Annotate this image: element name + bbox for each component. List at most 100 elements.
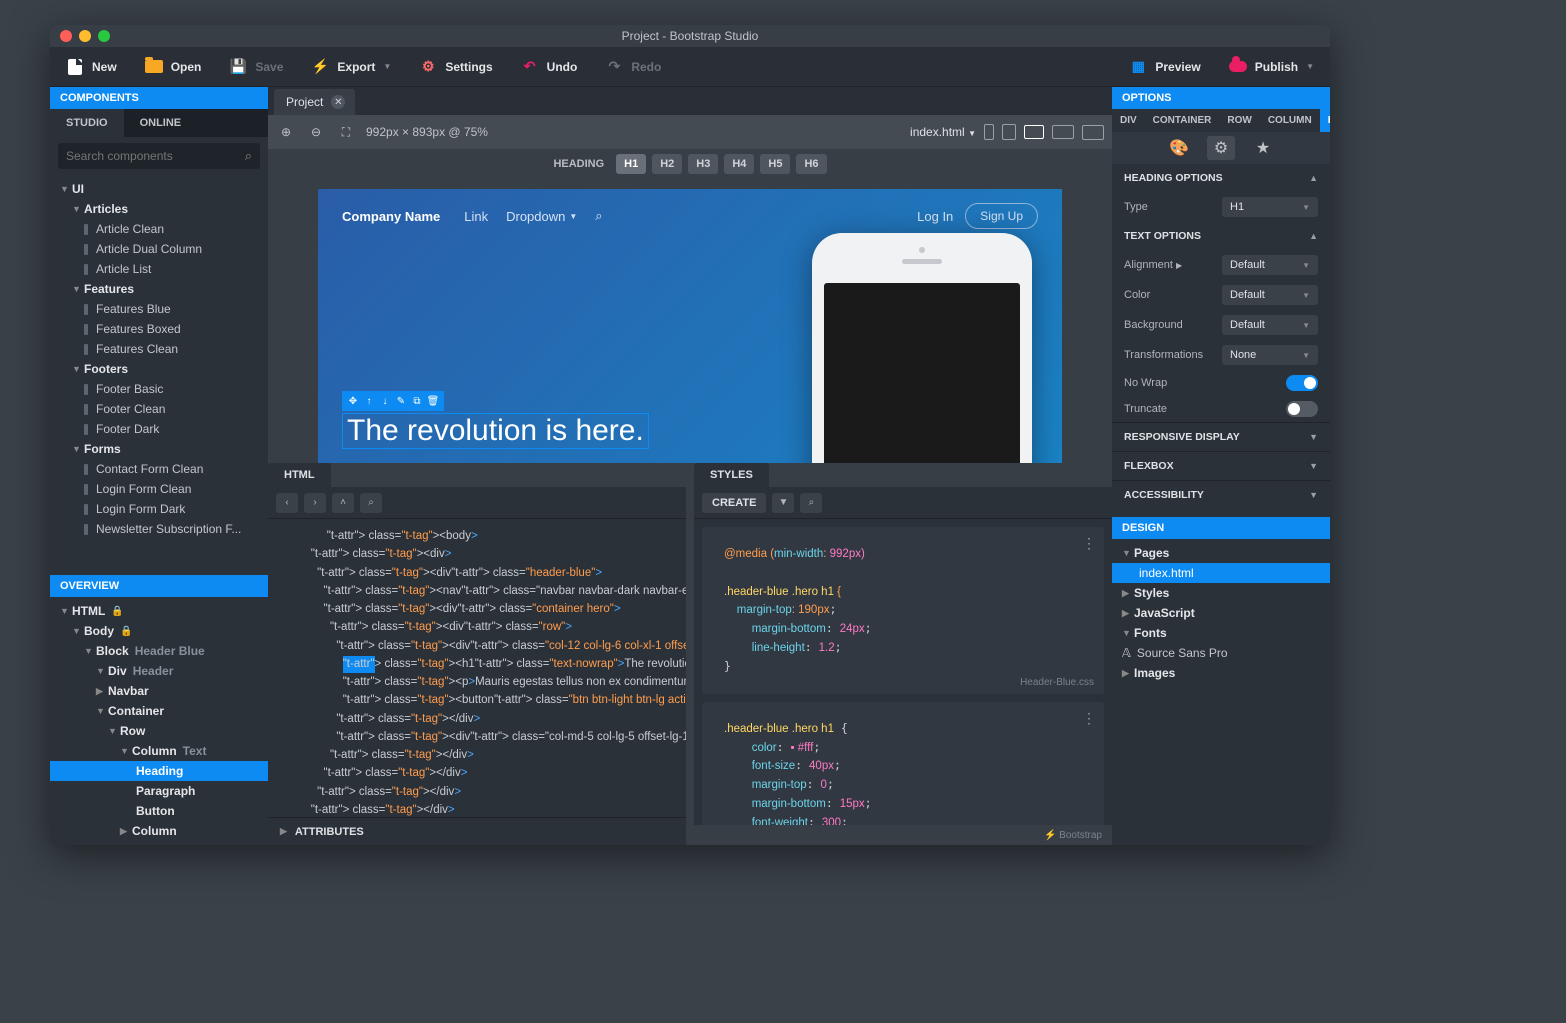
tree-item[interactable]: Features Clean: [50, 339, 268, 359]
zoom-out-icon[interactable]: ⊖: [306, 125, 326, 139]
redo-button[interactable]: ↷Redo: [597, 52, 669, 82]
tree-item[interactable]: Article Clean: [50, 219, 268, 239]
tree-item[interactable]: Article List: [50, 259, 268, 279]
ov-div[interactable]: ▼DivHeader: [50, 661, 268, 681]
device-tablet-land-icon[interactable]: [1024, 125, 1044, 139]
heading-options-section[interactable]: HEADING OPTIONS▲: [1112, 164, 1330, 192]
gear-icon[interactable]: ⚙: [1207, 136, 1235, 160]
search-components[interactable]: ⌕: [58, 143, 260, 169]
crumb-heading[interactable]: HEADING: [1320, 109, 1330, 132]
design-js[interactable]: ▶JavaScript: [1112, 603, 1330, 623]
tree-item[interactable]: Features Blue: [50, 299, 268, 319]
tree-item[interactable]: Contact Form Clean: [50, 459, 268, 479]
nav-prev[interactable]: ‹: [276, 493, 298, 513]
publish-button[interactable]: Publish▼: [1221, 52, 1322, 82]
new-button[interactable]: New: [58, 52, 125, 82]
copy-icon[interactable]: ⧉: [410, 394, 424, 408]
css-rule-block[interactable]: ⋮.header-blue .hero h1 { color: ▪ #fff; …: [702, 702, 1104, 825]
star-icon[interactable]: ★: [1249, 136, 1277, 160]
heading-h6[interactable]: H6: [796, 154, 826, 174]
ov-body[interactable]: ▼Body🔒: [50, 621, 268, 641]
ov-button[interactable]: Button: [50, 801, 268, 821]
crumb-row[interactable]: ROW: [1219, 109, 1259, 132]
tree-item[interactable]: Features Boxed: [50, 319, 268, 339]
crumb-div[interactable]: DIV: [1112, 109, 1145, 132]
crumb-column[interactable]: COLUMN: [1260, 109, 1320, 132]
palette-icon[interactable]: 🎨: [1165, 136, 1193, 160]
move-icon[interactable]: ✥: [346, 394, 360, 408]
search-input[interactable]: [66, 149, 245, 163]
undo-button[interactable]: ↶Undo: [513, 52, 586, 82]
css-rule-block[interactable]: ⋮@media (min-width: 992px) .header-blue …: [702, 527, 1104, 694]
styles-tab[interactable]: STYLES: [694, 463, 769, 487]
project-tab[interactable]: Project✕: [274, 89, 355, 115]
search-code[interactable]: ⌕: [360, 493, 382, 513]
device-desktop-icon[interactable]: [1082, 125, 1104, 140]
heading-h5[interactable]: H5: [760, 154, 790, 174]
design-styles[interactable]: ▶Styles: [1112, 583, 1330, 603]
create-dropdown[interactable]: ▼: [772, 493, 794, 513]
more-icon[interactable]: ⋮: [1082, 535, 1096, 552]
html-tab[interactable]: HTML: [268, 463, 331, 487]
tree-forms[interactable]: ▼Forms: [50, 439, 268, 459]
tree-features[interactable]: ▼Features: [50, 279, 268, 299]
attributes-bar[interactable]: ▶ATTRIBUTES: [268, 817, 686, 845]
save-button[interactable]: 💾Save: [221, 52, 291, 82]
more-icon[interactable]: ⋮: [1082, 710, 1096, 727]
edit-icon[interactable]: ✎: [394, 394, 408, 408]
tree-articles[interactable]: ▼Articles: [50, 199, 268, 219]
nowrap-toggle[interactable]: [1286, 375, 1318, 391]
export-button[interactable]: ⚡Export▼: [303, 52, 399, 82]
ov-heading[interactable]: Heading: [50, 761, 268, 781]
ov-column[interactable]: ▼ColumnText: [50, 741, 268, 761]
settings-button[interactable]: ⚙Settings: [411, 52, 500, 82]
tree-item[interactable]: Login Form Dark: [50, 499, 268, 519]
tree-ui[interactable]: ▼UI: [50, 179, 268, 199]
create-style[interactable]: CREATE: [702, 493, 766, 513]
crumb-container[interactable]: CONTAINER: [1145, 109, 1220, 132]
preview-button[interactable]: ▦Preview: [1121, 52, 1208, 82]
transformations-select[interactable]: None▼: [1222, 345, 1318, 365]
device-phone-icon[interactable]: [984, 124, 994, 140]
ov-paragraph[interactable]: Paragraph: [50, 781, 268, 801]
heading-h4[interactable]: H4: [724, 154, 754, 174]
nav-next[interactable]: ›: [304, 493, 326, 513]
type-select[interactable]: H1▼: [1222, 197, 1318, 217]
open-button[interactable]: Open: [137, 52, 210, 82]
device-laptop-icon[interactable]: [1052, 125, 1074, 139]
design-font-item[interactable]: 𝔸Source Sans Pro: [1112, 643, 1330, 663]
fit-icon[interactable]: ⛶: [336, 125, 356, 140]
ov-html[interactable]: ▼HTML🔒: [50, 601, 268, 621]
tab-studio[interactable]: STUDIO: [50, 109, 124, 137]
background-select[interactable]: Default▼: [1222, 315, 1318, 335]
heading-h3[interactable]: H3: [688, 154, 718, 174]
ov-block[interactable]: ▼BlockHeader Blue: [50, 641, 268, 661]
ov-column2[interactable]: ▶Column: [50, 821, 268, 841]
flexbox-section[interactable]: FLEXBOX▼: [1112, 451, 1330, 480]
color-select[interactable]: Default▼: [1222, 285, 1318, 305]
responsive-section[interactable]: RESPONSIVE DISPLAY▼: [1112, 422, 1330, 451]
design-fonts[interactable]: ▼Fonts: [1112, 623, 1330, 643]
tree-item[interactable]: Login Form Clean: [50, 479, 268, 499]
zoom-in-icon[interactable]: ⊕: [276, 125, 296, 139]
design-images[interactable]: ▶Images: [1112, 663, 1330, 683]
truncate-toggle[interactable]: [1286, 401, 1318, 417]
tree-footers[interactable]: ▼Footers: [50, 359, 268, 379]
text-options-section[interactable]: TEXT OPTIONS▲: [1112, 222, 1330, 250]
device-tablet-icon[interactable]: [1002, 124, 1016, 140]
heading-h1[interactable]: H1: [616, 154, 646, 174]
selection-toolbar[interactable]: ✥ ↑ ↓ ✎ ⧉ 🗑: [342, 391, 444, 411]
alignment-select[interactable]: Default▼: [1222, 255, 1318, 275]
design-index[interactable]: index.html: [1112, 563, 1330, 583]
nav-up[interactable]: ˄: [332, 493, 354, 513]
design-pages[interactable]: ▼Pages: [1112, 543, 1330, 563]
tree-item[interactable]: Article Dual Column: [50, 239, 268, 259]
tab-close-icon[interactable]: ✕: [331, 95, 345, 109]
search-styles[interactable]: ⌕: [800, 493, 822, 513]
html-code[interactable]: "t-attr"> class="t-tag"><body> "t-attr">…: [268, 519, 686, 817]
preview-canvas[interactable]: Company Name Link Dropdown▼ ⌕ Log In Sig…: [268, 179, 1112, 463]
tab-online[interactable]: ONLINE: [124, 109, 198, 137]
styles-code[interactable]: ⋮@media (min-width: 992px) .header-blue …: [694, 519, 1112, 825]
tree-item[interactable]: Footer Dark: [50, 419, 268, 439]
ov-container[interactable]: ▼Container: [50, 701, 268, 721]
